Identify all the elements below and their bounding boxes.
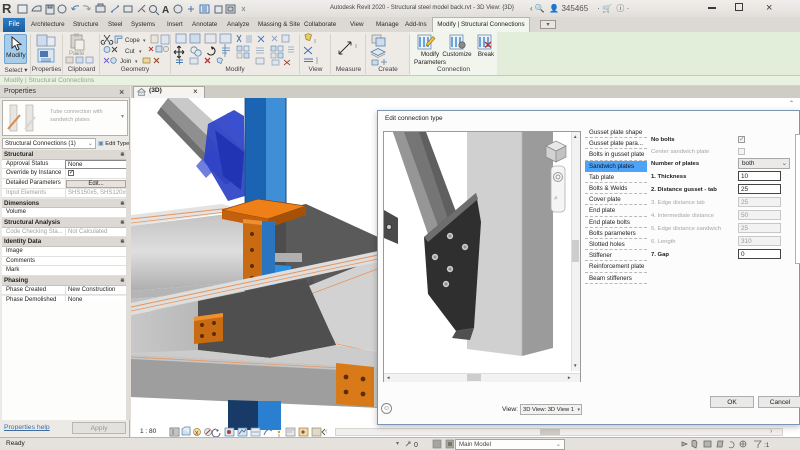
svg-text::1: :1	[764, 442, 770, 449]
svg-text:▾: ▾	[139, 49, 142, 55]
svg-text:0: 0	[414, 442, 418, 449]
svg-text:Cut: Cut	[125, 48, 135, 55]
svg-text:▾: ▾	[143, 38, 146, 44]
svg-text:A: A	[162, 5, 169, 16]
svg-text:Cope: Cope	[125, 37, 140, 44]
svg-text:▾: ▾	[135, 59, 138, 65]
svg-text:⌕: ⌕	[554, 195, 558, 202]
svg-text:Join: Join	[120, 58, 132, 65]
svg-text:Paste: Paste	[69, 51, 85, 57]
svg-text:x: x	[195, 430, 199, 437]
